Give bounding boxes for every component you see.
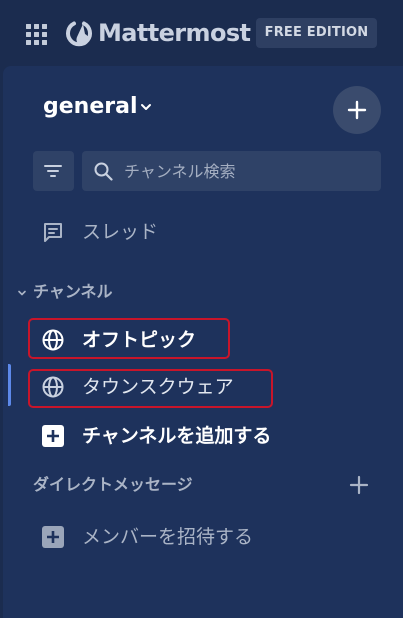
- filter-button[interactable]: [33, 151, 74, 191]
- add-channel-button[interactable]: チャンネルを追加する: [3, 418, 403, 454]
- team-name: general: [43, 94, 138, 119]
- search-input[interactable]: [124, 151, 369, 191]
- grid-icon[interactable]: [26, 24, 47, 45]
- direct-messages-section-header[interactable]: ダイレクトメッセージ: [3, 470, 403, 500]
- globe-icon: [42, 329, 64, 351]
- section-title: ダイレクトメッセージ: [33, 475, 193, 494]
- sidebar-item-label: タウンスクウェア: [82, 376, 234, 398]
- section-title: チャンネル: [33, 282, 113, 301]
- globe-icon: [42, 376, 64, 398]
- chevron-down-icon: [18, 290, 26, 296]
- plus-icon: [347, 100, 367, 120]
- chevron-down-icon: [140, 104, 151, 110]
- sidebar-item-off-topic[interactable]: オフトピック: [3, 322, 403, 358]
- top-bar: Mattermost FREE EDITION: [0, 0, 403, 66]
- message-text-icon: [44, 223, 62, 242]
- channel-sidebar: general スレッド チャンネル: [3, 66, 403, 618]
- mattermost-logo-icon: [66, 21, 92, 47]
- sidebar-item-town-square[interactable]: タウンスクウェア: [3, 369, 403, 405]
- brand-name: Mattermost: [98, 19, 251, 47]
- add-button[interactable]: [333, 86, 381, 134]
- sidebar-item-threads[interactable]: スレッド: [3, 214, 403, 250]
- search-icon: [94, 162, 113, 181]
- plus-box-icon: [42, 425, 64, 447]
- sidebar-item-label: オフトピック: [82, 329, 197, 351]
- edition-badge[interactable]: FREE EDITION: [256, 18, 377, 48]
- plus-box-icon: [42, 526, 64, 548]
- add-channel-label: チャンネルを追加する: [82, 425, 272, 447]
- invite-members-button[interactable]: メンバーを招待する: [3, 519, 403, 555]
- channel-search[interactable]: [82, 151, 381, 191]
- plus-icon[interactable]: [349, 475, 369, 495]
- sidebar-item-label: スレッド: [82, 221, 159, 243]
- filter-icon: [44, 165, 62, 177]
- invite-members-label: メンバーを招待する: [82, 526, 254, 548]
- team-menu-button[interactable]: general: [43, 92, 152, 122]
- channels-section-header[interactable]: チャンネル: [3, 277, 403, 307]
